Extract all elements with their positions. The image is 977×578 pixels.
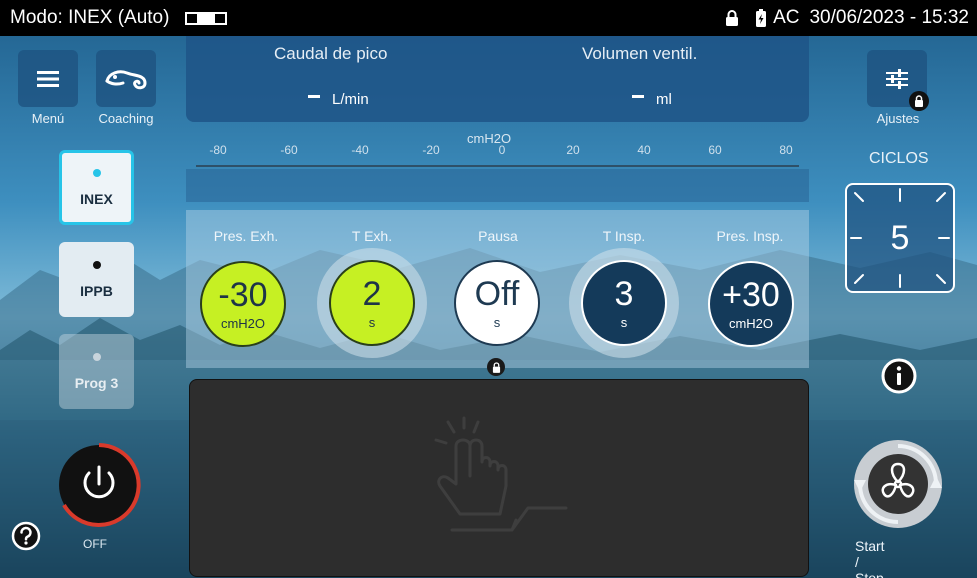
pressure-bar	[186, 169, 809, 202]
pres-exh-unit: cmH2O	[220, 315, 266, 331]
start-stop-label: Start / Stop	[855, 538, 885, 578]
pres-insp-knob[interactable]: +30 cmH2O	[708, 261, 794, 347]
coaching-label: Coaching	[98, 111, 154, 126]
mode-label-inex: INEX	[80, 190, 113, 207]
status-bar: Modo: INEX (Auto) AC 30/06/2023 - 15:32	[0, 0, 977, 36]
power-source: AC	[773, 7, 800, 28]
peak-flow-unit: L/min	[332, 91, 369, 108]
mode-indicator-dot	[92, 352, 101, 361]
pres-exh-knob[interactable]: -30 cmH2O	[200, 261, 286, 347]
pres-insp-unit: cmH2O	[728, 315, 774, 331]
param-label-pres-exh: Pres. Exh.	[213, 228, 279, 244]
mode-indicator-icon	[185, 11, 228, 25]
mode-button-prog3[interactable]: Prog 3	[59, 334, 134, 409]
volume-value: ml	[632, 91, 672, 108]
mode-button-ippb[interactable]: IPPB	[59, 242, 134, 317]
peak-flow-value: L/min	[308, 91, 369, 108]
coaching-button[interactable]	[96, 50, 156, 107]
mode-button-inex[interactable]: INEX	[59, 150, 134, 225]
power-state-label: OFF	[83, 537, 107, 551]
t-exh-unit: s	[368, 314, 376, 330]
param-label-pausa: Pausa	[478, 228, 518, 244]
battery-charging-icon	[756, 9, 767, 27]
t-insp-knob[interactable]: 3 s	[581, 260, 667, 346]
pausa-unit: s	[493, 314, 501, 330]
volume-label: Volumen ventil.	[582, 44, 698, 63]
pausa-knob[interactable]: Off s	[454, 260, 540, 346]
cycles-value: 5	[890, 219, 910, 257]
parameters-panel: Pres. Exh. T Exh. Pausa T Insp. Pres. In…	[186, 210, 809, 376]
pausa-value: Off	[474, 274, 520, 313]
cycles-label: CICLOS	[869, 150, 929, 167]
peak-flow-label: Caudal de pico	[274, 44, 388, 63]
settings-button[interactable]	[867, 50, 929, 111]
hamburger-menu-icon	[37, 70, 59, 87]
settings-label: Ajustes	[876, 111, 920, 126]
start-stop-button[interactable]	[850, 436, 946, 532]
datetime: 30/06/2023 - 15:32	[809, 7, 969, 28]
pressure-scale: cmH2O -80 -60 -40 -20 0 20 40 60 80	[186, 131, 809, 205]
pres-insp-value: +30	[722, 275, 780, 314]
volume-unit: ml	[656, 91, 672, 108]
measurements-panel: Caudal de pico L/min Volumen ventil. ml	[186, 36, 809, 122]
param-label-t-exh: T Exh.	[351, 228, 393, 244]
t-insp-unit: s	[620, 314, 628, 330]
param-label-pres-insp: Pres. Insp.	[716, 228, 784, 244]
help-icon[interactable]	[11, 521, 41, 551]
tap-gesture-icon	[434, 416, 568, 532]
param-label-t-insp: T Insp.	[602, 228, 646, 244]
mode-label-prog3: Prog 3	[74, 374, 119, 391]
mode-indicator-dot	[92, 260, 101, 269]
pres-exh-value: -30	[218, 275, 268, 314]
pausa-lock-icon	[487, 358, 505, 376]
t-insp-value: 3	[614, 274, 634, 313]
settings-lock-badge-icon	[909, 91, 929, 111]
scale-axis-line	[196, 165, 799, 167]
chameleon-icon	[105, 69, 147, 89]
t-exh-value: 2	[362, 274, 382, 313]
t-exh-knob[interactable]: 2 s	[329, 260, 415, 346]
sliders-icon	[886, 68, 908, 89]
power-button[interactable]	[56, 442, 142, 528]
cycles-counter[interactable]: 5	[845, 183, 955, 293]
mode-indicator-dot	[92, 168, 101, 177]
menu-label: Menú	[31, 111, 65, 126]
info-icon[interactable]	[880, 357, 918, 395]
mode-label-ippb: IPPB	[80, 282, 113, 299]
menu-button[interactable]	[18, 50, 78, 107]
lock-icon	[726, 10, 739, 26]
touch-area[interactable]	[189, 379, 809, 577]
mode-title: Modo: INEX (Auto)	[10, 7, 170, 28]
